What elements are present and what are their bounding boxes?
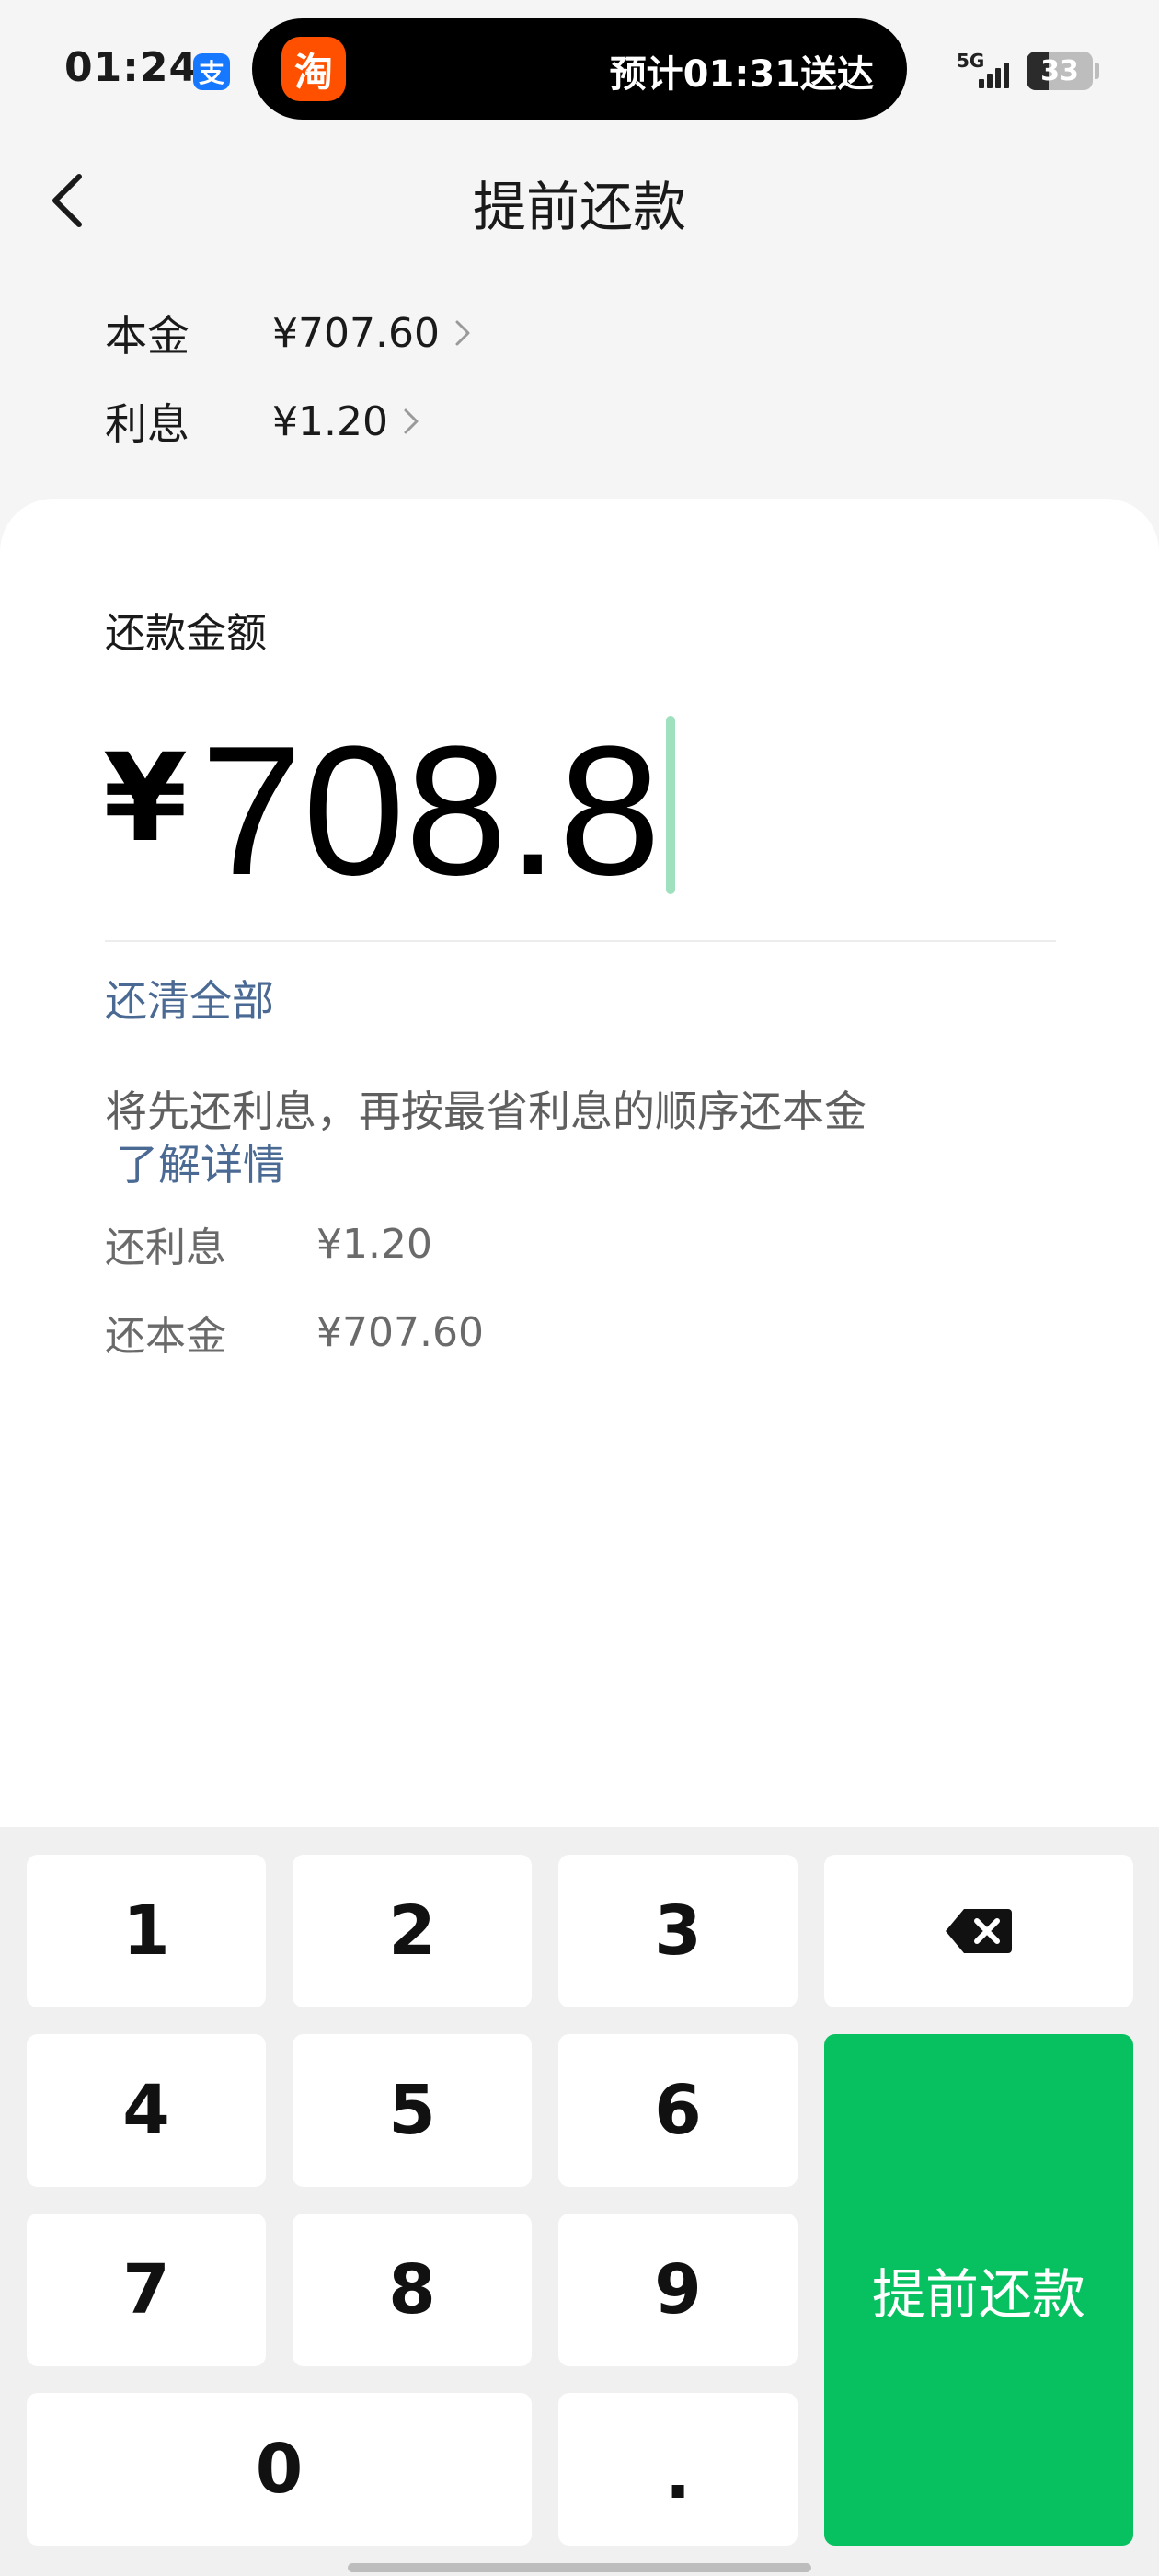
alipay-icon: 支 — [193, 53, 230, 90]
backspace-key[interactable] — [824, 1855, 1133, 2007]
key-5[interactable]: 5 — [293, 2034, 532, 2187]
key-3[interactable]: 3 — [558, 1855, 798, 2007]
key-4[interactable]: 4 — [27, 2034, 266, 2187]
divider — [105, 940, 1056, 942]
key-1[interactable]: 1 — [27, 1855, 266, 2007]
interest-label: 利息 — [105, 399, 189, 449]
battery-level: 33 — [1040, 54, 1079, 87]
chevron-right-icon — [455, 320, 470, 346]
repay-principal-row: 还本金 ¥707.60 — [105, 1303, 484, 1362]
amount-label: 还款金额 — [105, 610, 267, 657]
key-7[interactable]: 7 — [27, 2214, 266, 2366]
battery-cap — [1095, 63, 1099, 79]
repayment-order-tip: 将先还利息，再按最省利息的顺序还本金 — [105, 1087, 866, 1136]
principal-row[interactable]: 本金 ¥707.60 — [105, 301, 473, 365]
repay-principal-label: 还本金 — [105, 1313, 226, 1360]
key-9[interactable]: 9 — [558, 2214, 798, 2366]
principal-value: ¥707.60 — [272, 309, 440, 357]
taobao-icon[interactable]: 淘 — [281, 37, 346, 101]
learn-more-link[interactable]: 了解详情 — [116, 1132, 285, 1192]
home-indicator[interactable] — [348, 2563, 811, 2572]
backspace-icon — [946, 1909, 1012, 1953]
key-8[interactable]: 8 — [293, 2214, 532, 2366]
key-6[interactable]: 6 — [558, 2034, 798, 2187]
repay-principal-value: ¥707.60 — [316, 1308, 484, 1356]
currency-sign: ¥ — [103, 728, 188, 869]
chevron-right-icon — [404, 408, 419, 434]
principal-label: 本金 — [105, 311, 189, 361]
repay-interest-label: 还利息 — [105, 1225, 226, 1271]
delivery-eta-text[interactable]: 预计01:31送达 — [610, 44, 874, 98]
status-time: 01:24 — [64, 44, 199, 91]
repay-interest-row: 还利息 ¥1.20 — [105, 1214, 432, 1273]
key-0[interactable]: 0 — [27, 2393, 532, 2546]
amount-value: 708.8 — [200, 708, 661, 914]
confirm-repay-button[interactable]: 提前还款 — [824, 2034, 1133, 2546]
amount-input[interactable]: ¥ 708.8 — [103, 708, 676, 914]
early-repayment-screen: 01:24 支 淘 预计01:31送达 5G 33 提前还款 本金 ¥707.6… — [0, 0, 1159, 2576]
interest-value: ¥1.20 — [272, 397, 388, 445]
text-caret — [666, 716, 676, 894]
interest-row[interactable]: 利息 ¥1.20 — [105, 389, 421, 454]
key-dot-label: . — [664, 2435, 692, 2514]
pay-all-link[interactable]: 还清全部 — [105, 968, 274, 1029]
key-2[interactable]: 2 — [293, 1855, 532, 2007]
page-title: 提前还款 — [472, 176, 686, 238]
key-dot[interactable]: . — [558, 2393, 798, 2546]
battery-icon: 33 — [1027, 52, 1093, 90]
signal-icon — [979, 57, 1016, 88]
repay-interest-value: ¥1.20 — [316, 1220, 432, 1268]
